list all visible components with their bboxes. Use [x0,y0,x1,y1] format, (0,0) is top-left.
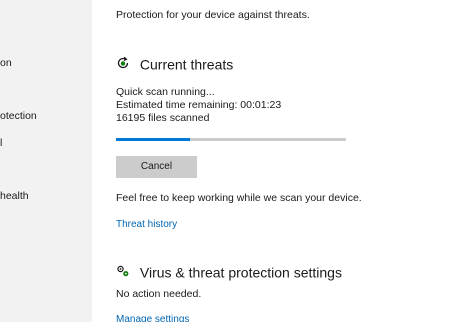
windows-security-window: on otection l health Protection for your… [0,0,474,322]
scan-progress-bar [116,138,346,141]
scan-status: Quick scan running... [116,86,215,98]
sidebar-item-label: health [0,190,29,202]
threat-history-link[interactable]: Threat history [116,219,177,230]
sidebar-item-label: l [0,137,3,149]
sidebar: on otection l health [0,0,92,322]
settings-heading: Virus & threat protection settings [116,263,342,281]
refresh-shield-icon [116,56,130,73]
sidebar-item-device-health[interactable]: health [0,188,92,204]
sidebar-item-firewall-protection[interactable]: otection [0,108,92,124]
sidebar-item-label: on [0,57,12,69]
manage-settings-link[interactable]: Manage settings [116,314,189,322]
time-remaining: Estimated time remaining: 00:01:23 [116,99,282,111]
settings-title: Virus & threat protection settings [139,264,342,281]
files-scanned: 16195 files scanned [116,112,210,124]
settings-status: No action needed. [116,288,202,300]
intro-text: Protection for your device against threa… [116,9,310,21]
main-content: Protection for your device against threa… [92,0,474,322]
scan-note: Feel free to keep working while we scan … [116,192,362,204]
sidebar-item-virus-protection[interactable]: on [0,55,92,71]
sidebar-item-label: otection [0,110,37,122]
current-threats-heading: Current threats [116,55,233,73]
settings-gears-icon [116,264,130,281]
scan-progress-fill [116,138,190,141]
sidebar-item-app-browser-control[interactable]: l [0,135,92,151]
current-threats-title: Current threats [139,56,234,73]
cancel-button[interactable]: Cancel [116,156,197,178]
